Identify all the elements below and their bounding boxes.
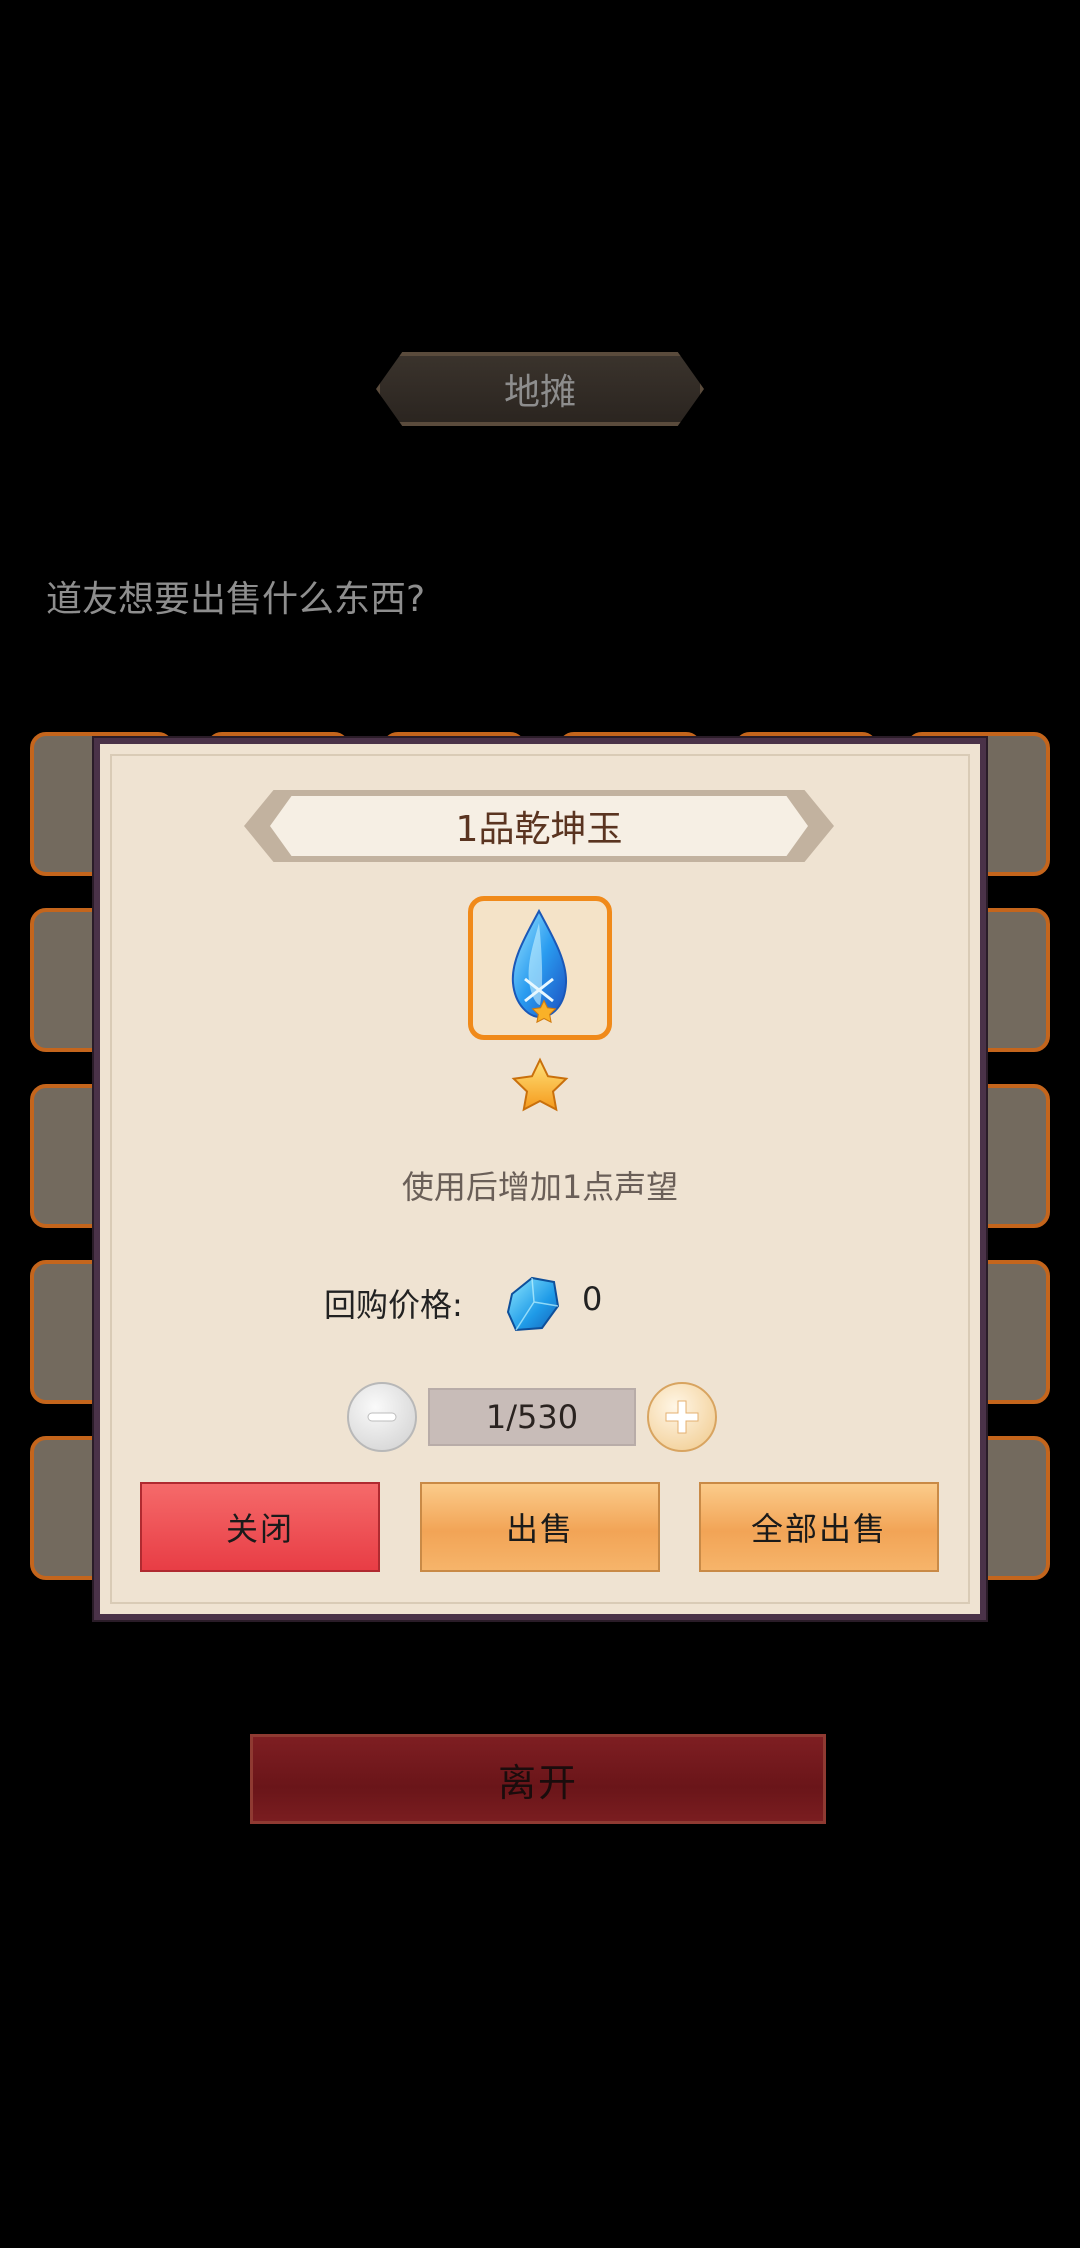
sell-question: 道友想要出售什么东西?	[46, 579, 426, 620]
stall-title: 地摊	[503, 372, 576, 413]
blue-gem-icon	[506, 1276, 560, 1332]
decrease-quantity-button[interactable]	[347, 1382, 417, 1452]
quantity-display[interactable]: 1/530	[428, 1388, 636, 1446]
star-icon	[511, 1057, 569, 1112]
item-rarity-stars	[510, 1056, 570, 1116]
item-name: 1品乾坤玉	[455, 809, 623, 850]
item-name-banner: 1品乾坤玉	[244, 790, 834, 862]
buyback-price-value: 0	[582, 1280, 603, 1318]
increase-quantity-button[interactable]	[647, 1382, 717, 1452]
item-slot[interactable]	[468, 896, 612, 1040]
minus-icon	[367, 1412, 397, 1422]
leave-button[interactable]: 离开	[250, 1734, 826, 1824]
sell-button[interactable]: 出售	[420, 1482, 660, 1572]
close-button[interactable]: 关闭	[140, 1482, 380, 1572]
star-icon	[531, 999, 557, 1024]
plus-icon	[665, 1400, 699, 1434]
stall-title-plaque: 地摊	[376, 352, 704, 426]
sell-all-button[interactable]: 全部出售	[699, 1482, 939, 1572]
buyback-price-label: 回购价格:	[324, 1286, 463, 1324]
item-description: 使用后增加1点声望	[401, 1168, 679, 1206]
